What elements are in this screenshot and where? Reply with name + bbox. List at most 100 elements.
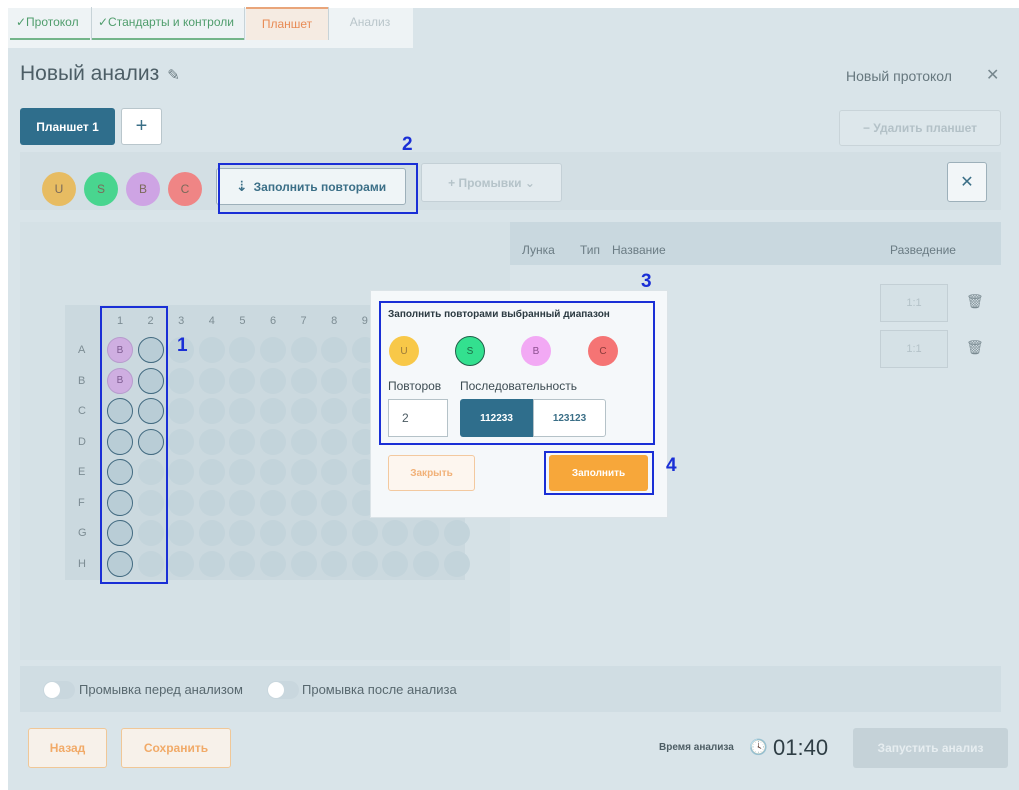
plate-well[interactable] xyxy=(198,520,225,546)
tab-protocol[interactable]: ✓Протокол xyxy=(10,7,90,40)
wash-after-toggle[interactable] xyxy=(267,681,299,699)
column-label: 6 xyxy=(269,315,277,327)
plate-well[interactable] xyxy=(443,550,470,577)
save-button[interactable]: Сохранить xyxy=(121,728,231,768)
plate-well[interactable] xyxy=(290,367,317,394)
plate-well[interactable] xyxy=(168,459,195,485)
trash-icon[interactable]: 🗑 xyxy=(966,339,984,356)
plate-well[interactable] xyxy=(260,459,286,485)
plate-well[interactable] xyxy=(260,398,286,424)
chip-letter: C xyxy=(180,182,190,196)
plate-well[interactable] xyxy=(321,550,348,577)
column-label: 7 xyxy=(300,315,307,327)
wash-before-toggle[interactable] xyxy=(43,681,75,699)
chip-blank[interactable]: B xyxy=(126,172,160,206)
chip-unknown[interactable]: U xyxy=(42,172,76,206)
plate-well[interactable] xyxy=(260,550,286,577)
row-label: H xyxy=(78,557,86,570)
annotation-number: 3 xyxy=(641,271,652,292)
plate-well[interactable] xyxy=(321,367,348,394)
plate-well[interactable] xyxy=(290,337,317,363)
row-label: C xyxy=(78,405,86,417)
plate-well[interactable] xyxy=(229,367,256,394)
plate-well[interactable] xyxy=(198,489,225,516)
column-header-dilution: Разведение xyxy=(890,243,956,257)
wash-before-label: Промывка перед анализом xyxy=(79,682,243,697)
column-label: 4 xyxy=(208,315,215,327)
plate-well[interactable] xyxy=(168,428,195,455)
plate-well[interactable] xyxy=(168,398,195,424)
plate-well[interactable] xyxy=(351,520,378,546)
highlight-fill-button xyxy=(544,451,654,495)
plate-well[interactable] xyxy=(290,428,317,455)
row-label: G xyxy=(78,527,87,539)
plate-well[interactable] xyxy=(260,428,286,455)
plate-well[interactable] xyxy=(168,367,195,394)
plate-well[interactable] xyxy=(290,520,317,546)
tab-standards[interactable]: ✓Стандарты и контроли xyxy=(92,7,244,40)
protocol-name: Новый протокол xyxy=(846,68,952,84)
plate-well[interactable] xyxy=(413,550,439,577)
edit-pencil-icon[interactable]: ✎ xyxy=(167,67,180,84)
dilution-field: 1:1 xyxy=(880,284,948,322)
page-title: Новый анализ ✎ xyxy=(20,62,180,86)
plate-well[interactable] xyxy=(290,459,317,485)
chip-control[interactable]: C xyxy=(168,172,202,206)
plate-well[interactable] xyxy=(229,489,256,516)
toggle-knob xyxy=(44,682,60,698)
tab-divider xyxy=(328,7,329,40)
back-button[interactable]: Назад xyxy=(28,728,107,768)
trash-icon[interactable]: 🗑 xyxy=(966,293,984,310)
plate-well[interactable] xyxy=(260,489,286,516)
tab-plate[interactable]: Планшет xyxy=(246,7,328,40)
popup-close-button[interactable]: Закрыть xyxy=(388,455,475,491)
highlight-fill-repeats xyxy=(218,163,418,214)
plate-well[interactable] xyxy=(198,398,225,424)
plate-well[interactable] xyxy=(229,550,256,577)
plate-well[interactable] xyxy=(290,398,317,424)
plate-well[interactable] xyxy=(168,550,195,577)
chip-letter: U xyxy=(54,182,64,196)
analysis-time-value: 01:40 xyxy=(773,735,829,760)
plate-well[interactable] xyxy=(290,550,317,577)
plate-well[interactable] xyxy=(382,550,409,577)
toggle-knob xyxy=(268,682,284,698)
plate-well[interactable] xyxy=(198,550,225,577)
column-label: 5 xyxy=(239,315,246,327)
plate-well[interactable] xyxy=(443,520,470,546)
plate-well[interactable] xyxy=(321,337,348,363)
plate-well[interactable] xyxy=(413,520,439,546)
clock-icon: 🕓 xyxy=(749,739,768,756)
close-icon[interactable]: ✕ xyxy=(986,65,999,85)
add-plate-button[interactable]: + xyxy=(121,108,162,145)
plate-well[interactable] xyxy=(229,428,256,455)
plate-well[interactable] xyxy=(290,489,317,516)
plate-well[interactable] xyxy=(198,367,225,394)
column-header-type: Тип xyxy=(580,243,601,257)
plate-well[interactable] xyxy=(321,398,348,424)
plate-tab-button[interactable]: Планшет 1 xyxy=(20,108,115,145)
plate-well[interactable] xyxy=(321,489,348,516)
toolbar-close-button[interactable]: ✕ xyxy=(947,162,987,202)
highlight-popup-settings xyxy=(379,301,655,445)
plate-well[interactable] xyxy=(260,337,286,363)
plate-well[interactable] xyxy=(321,428,348,455)
plate-well[interactable] xyxy=(198,428,225,455)
plate-well[interactable] xyxy=(260,520,286,546)
plate-well[interactable] xyxy=(198,337,225,363)
chip-standard[interactable]: S xyxy=(84,172,118,206)
row-label: A xyxy=(78,344,86,356)
page-title-text: Новый анализ xyxy=(20,62,160,85)
plate-well[interactable] xyxy=(351,550,378,577)
row-label: F xyxy=(78,496,85,509)
plate-well[interactable] xyxy=(321,520,348,546)
tab-divider xyxy=(244,7,245,40)
plate-well[interactable] xyxy=(321,459,348,485)
plate-well[interactable] xyxy=(168,520,195,546)
plate-well[interactable] xyxy=(168,489,195,516)
plate-well[interactable] xyxy=(198,459,225,485)
washes-dropdown: + Промывки ⌄ xyxy=(421,163,562,202)
analysis-time-label: Время анализа xyxy=(659,742,734,753)
plate-well[interactable] xyxy=(260,367,286,394)
delete-plate-button: − Удалить планшет xyxy=(839,110,1001,146)
